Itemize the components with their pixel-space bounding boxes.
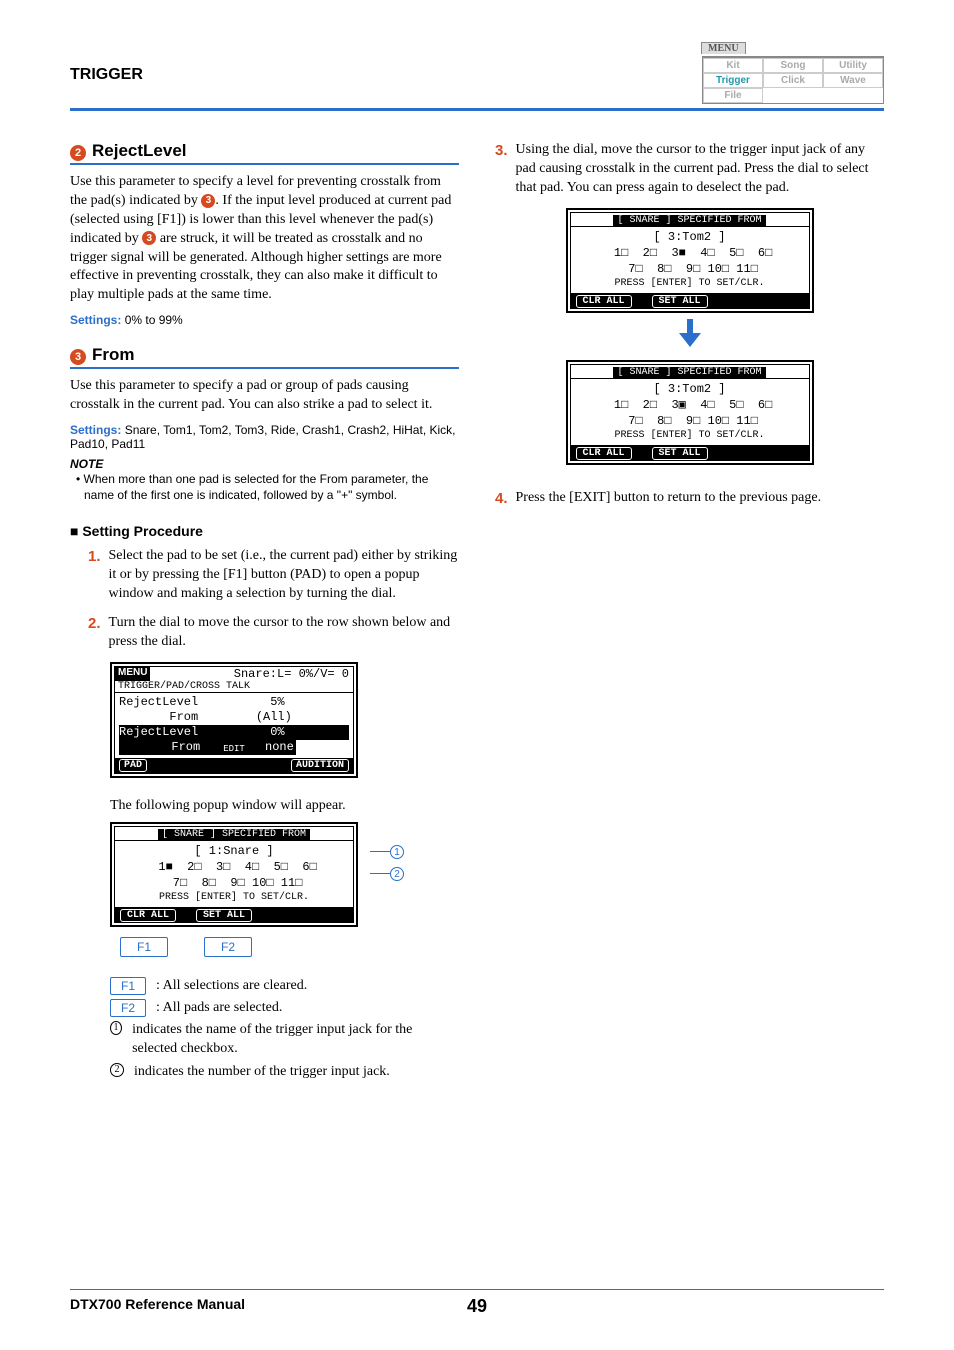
from-settings: Settings: Snare, Tom1, Tom2, Tom3, Ride,… <box>70 423 459 451</box>
callout-1-icon: 1 <box>110 1021 122 1035</box>
menu-utility: Utility <box>823 58 883 73</box>
f2-callout: F2 <box>204 937 252 957</box>
footer-page-number: 49 <box>467 1296 487 1317</box>
section-from-head: 3 From <box>70 345 459 369</box>
step-2-text: Turn the dial to move the cursor to the … <box>109 614 459 652</box>
menu-kit: Kit <box>703 58 763 73</box>
rejectlevel-settings: Settings: 0% to 99% <box>70 313 459 327</box>
popup3b-row1: 1□ 2□ 3▣ 4□ 5□ 6□ <box>577 397 803 413</box>
menu-box: MENU Kit Song Utility Trigger Click Wave… <box>702 40 884 104</box>
badge-2-icon: 2 <box>70 145 86 161</box>
menu-tab: MENU <box>701 42 746 54</box>
popup3a-row1: 1□ 2□ 3■ 4□ 5□ 6□ <box>577 245 803 261</box>
page-footer: DTX700 Reference Manual 49 <box>70 1289 884 1312</box>
f1-desc-row: F1 : All selections are cleared. <box>110 977 459 995</box>
lcd-line4a: From none <box>119 740 296 755</box>
ref-3a-icon: 3 <box>201 194 215 208</box>
popup-caption: The following popup window will appear. <box>110 798 459 814</box>
f2-desc-row: F2 : All pads are selected. <box>110 999 459 1017</box>
popup-row2: 7□ 8□ 9□ 10□ 11□ <box>121 875 347 891</box>
callout-2-icon: 2 <box>110 1063 124 1077</box>
ref-3b-icon: 3 <box>142 231 156 245</box>
callout-2-desc: 2 indicates the number of the trigger in… <box>110 1063 459 1082</box>
annot-1: 1 <box>370 844 404 859</box>
popup-row1: 1■ 2□ 3□ 4□ 5□ 6□ <box>121 859 347 875</box>
step-2-num: 2. <box>88 614 101 652</box>
popup-set-all: SET ALL <box>196 909 252 922</box>
popup3b-msg: PRESS [ENTER] TO SET/CLR. <box>577 429 803 443</box>
lcd-line2: From (All) <box>119 710 349 725</box>
section-header: TRIGGER <box>70 40 143 84</box>
setting-procedure-head: ■ Setting Procedure <box>70 523 459 539</box>
menu-click: Click <box>763 73 823 88</box>
popup3b-title: [ SNARE ] SPECIFIED FROM <box>613 367 765 378</box>
step-3-num: 3. <box>495 141 508 198</box>
popup-msg: PRESS [ENTER] TO SET/CLR. <box>121 891 347 905</box>
annot-2: 2 <box>370 866 404 881</box>
lcd-line1: RejectLevel 5% <box>119 695 349 710</box>
popup-clr-all: CLR ALL <box>120 909 176 922</box>
menu-song: Song <box>763 58 823 73</box>
menu-file: File <box>703 88 763 103</box>
step-1-text: Select the pad to be set (i.e., the curr… <box>109 547 459 604</box>
lcd-line3-selected: RejectLevel 0% <box>119 725 349 740</box>
section-from-title: From <box>92 345 135 365</box>
menu-wave: Wave <box>823 73 883 88</box>
section-rejectlevel-head: 2 RejectLevel <box>70 141 459 165</box>
rejectlevel-body: Use this parameter to specify a level fo… <box>70 173 459 305</box>
from-body: Use this parameter to specify a pad or g… <box>70 377 459 415</box>
popup-step3a: [ SNARE ] SPECIFIED FROM [ 3:Tom2 ] 1□ 2… <box>566 208 814 313</box>
f1-callout: F1 <box>120 937 168 957</box>
popup3a-row2: 7□ 8□ 9□ 10□ 11□ <box>577 261 803 277</box>
popup-step3b: [ SNARE ] SPECIFIED FROM [ 3:Tom2 ] 1□ 2… <box>566 360 814 465</box>
lcd-audition-btn: AUDITION <box>291 759 349 772</box>
footer-title: DTX700 Reference Manual <box>70 1296 245 1312</box>
lcd-status: Snare:L= 0%/V= 0 <box>150 667 353 681</box>
lcd-screen-crosstalk: MENU Snare:L= 0%/V= 0 TRIGGER/PAD/CROSS … <box>110 662 358 778</box>
popup-pad-name: [ 1:Snare ] <box>121 843 347 859</box>
popup3b-name: [ 3:Tom2 ] <box>577 381 803 397</box>
header-rule <box>70 108 884 111</box>
step-1-num: 1. <box>88 547 101 604</box>
popup3b-set: SET ALL <box>652 447 708 460</box>
f2-key: F2 <box>110 999 146 1017</box>
step-3: 3. Using the dial, move the cursor to th… <box>495 141 884 198</box>
badge-3-icon: 3 <box>70 349 86 365</box>
step-2: 2. Turn the dial to move the cursor to t… <box>70 614 459 652</box>
popup-specified-from: [ SNARE ] SPECIFIED FROM [ 1:Snare ] 1■ … <box>110 822 358 927</box>
note-body: • When more than one pad is selected for… <box>70 471 459 503</box>
arrow-down-icon <box>495 319 884 354</box>
lcd-edit-badge: EDIT <box>219 744 249 754</box>
step-3-text: Using the dial, move the cursor to the t… <box>516 141 884 198</box>
popup3a-msg: PRESS [ENTER] TO SET/CLR. <box>577 277 803 291</box>
f1-key: F1 <box>110 977 146 995</box>
f2-desc: : All pads are selected. <box>156 1000 282 1016</box>
step-4-num: 4. <box>495 489 508 509</box>
step-4-text: Press the [EXIT] button to return to the… <box>516 489 822 509</box>
popup3a-title: [ SNARE ] SPECIFIED FROM <box>613 215 765 226</box>
f1-desc: : All selections are cleared. <box>156 978 307 994</box>
popup3a-set: SET ALL <box>652 295 708 308</box>
lcd-breadcrumb: TRIGGER/PAD/CROSS TALK <box>115 681 353 692</box>
lcd-menu-label: MENU <box>115 667 150 681</box>
popup3a-name: [ 3:Tom2 ] <box>577 229 803 245</box>
menu-trigger: Trigger <box>703 73 763 88</box>
callout-1-desc: 1 indicates the name of the trigger inpu… <box>110 1021 459 1059</box>
popup3b-row2: 7□ 8□ 9□ 10□ 11□ <box>577 413 803 429</box>
popup3a-clr: CLR ALL <box>576 295 632 308</box>
lcd-pad-btn: PAD <box>119 759 147 772</box>
popup-title-bar: [ SNARE ] SPECIFIED FROM <box>158 829 310 840</box>
step-4: 4. Press the [EXIT] button to return to … <box>495 489 884 509</box>
step-1: 1. Select the pad to be set (i.e., the c… <box>70 547 459 604</box>
section-rejectlevel-title: RejectLevel <box>92 141 187 161</box>
note-heading: NOTE <box>70 457 459 471</box>
popup3b-clr: CLR ALL <box>576 447 632 460</box>
